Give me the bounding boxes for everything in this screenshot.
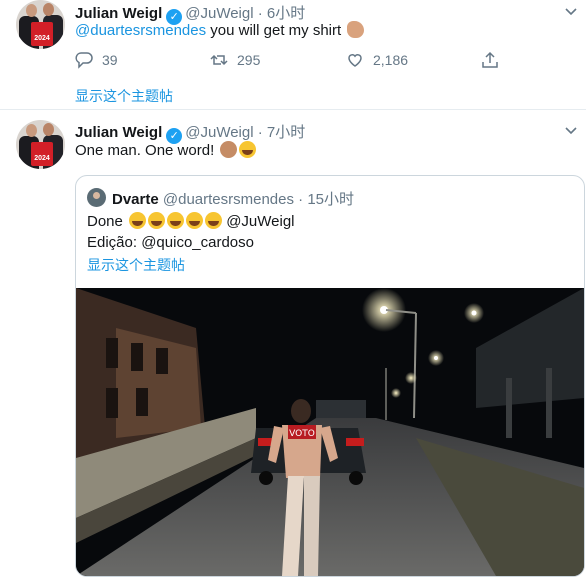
tweet-text: @duartesrsmendes you will get my shirt: [75, 21, 365, 41]
reply-count: 39: [102, 52, 118, 68]
heart-icon: [348, 54, 362, 67]
tweet-header: Julian Weigl ✓ @JuWeigl · 6小时: [75, 2, 306, 25]
like-button[interactable]: 2,186: [346, 51, 408, 69]
reply-button[interactable]: 39: [75, 51, 118, 69]
tweet-header: Julian Weigl ✓ @JuWeigl · 7小时: [75, 121, 306, 144]
share-button[interactable]: [481, 51, 508, 69]
chevron-down-icon[interactable]: [564, 4, 578, 18]
quoted-tweet[interactable]: Dvarte @duartesrsmendes · 15小时 Done @JuW…: [75, 175, 585, 577]
author-name[interactable]: Julian Weigl: [75, 5, 162, 22]
tweet-time[interactable]: · 7小时: [258, 124, 306, 141]
quoted-author-name: Dvarte: [112, 191, 159, 208]
quoted-avatar[interactable]: [87, 188, 106, 207]
like-count: 2,186: [373, 52, 409, 68]
retweet-icon: [210, 54, 228, 66]
tears-of-joy-icon: [167, 212, 185, 229]
tears-of-joy-icon: [129, 212, 147, 229]
clapping-hands-icon: [220, 141, 238, 158]
author-name[interactable]: Julian Weigl: [75, 124, 162, 141]
quoted-time: · 15小时: [298, 191, 355, 208]
retweet-button[interactable]: 295: [210, 51, 260, 69]
tears-of-joy-icon: [148, 212, 166, 229]
quoted-author-handle: @duartesrsmendes: [162, 191, 294, 208]
tweet-text: One man. One word!: [75, 141, 257, 161]
tweet-time[interactable]: · 6小时: [258, 5, 306, 22]
author-handle[interactable]: @JuWeigl: [185, 124, 253, 141]
tears-of-joy-icon: [205, 212, 223, 229]
night-street-scene: VOTO: [76, 288, 584, 576]
show-thread-link[interactable]: 显示这个主题帖: [75, 86, 173, 106]
video-media[interactable]: VOTO: [76, 288, 584, 576]
shirt-text: VOTO: [289, 429, 315, 439]
quoted-line-2: Edição: @quico_cardoso: [87, 234, 254, 251]
quoted-text: Done @JuWeigl Edição: @quico_cardoso: [87, 212, 295, 251]
tears-of-joy-icon: [239, 141, 257, 158]
tweet-1[interactable]: 2024 Julian Weigl ✓ @JuWeigl · 6小时 @duarte…: [0, 0, 586, 110]
quoted-header: Dvarte @duartesrsmendes · 15小时: [112, 188, 354, 209]
avatar[interactable]: 2024: [16, 0, 65, 49]
tears-of-joy-icon: [186, 212, 204, 229]
chevron-down-icon[interactable]: [564, 123, 578, 137]
author-handle[interactable]: @JuWeigl: [185, 5, 253, 22]
mention-link[interactable]: @duartesrsmendes: [75, 22, 206, 39]
avatar[interactable]: 2024: [16, 120, 65, 169]
quoted-mention: @JuWeigl: [226, 213, 295, 230]
tweet-actions: 39 295 2,186: [75, 51, 586, 71]
retweet-count: 295: [237, 52, 261, 68]
reply-icon: [75, 52, 93, 69]
flexed-biceps-icon: [347, 21, 365, 38]
show-thread-link[interactable]: 显示这个主题帖: [87, 255, 185, 275]
share-icon: [482, 51, 498, 68]
